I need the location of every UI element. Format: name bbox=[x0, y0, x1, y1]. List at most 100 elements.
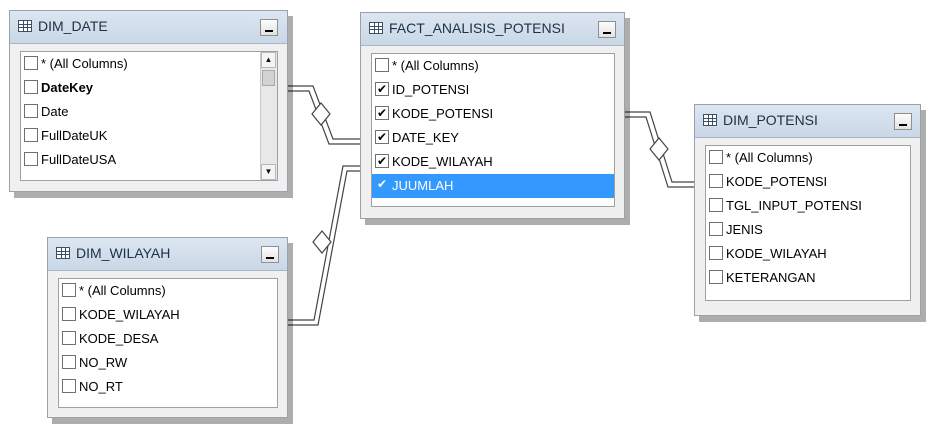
checkbox-icon[interactable] bbox=[24, 80, 38, 94]
checkbox-icon[interactable]: ✔ bbox=[375, 130, 389, 144]
relationship-fact-dim-potensi[interactable] bbox=[625, 111, 694, 188]
checkbox-icon[interactable] bbox=[62, 331, 76, 345]
column-row[interactable]: KODE_WILAYAH bbox=[59, 303, 277, 327]
minimize-icon bbox=[899, 124, 907, 126]
checkbox-icon[interactable] bbox=[62, 355, 76, 369]
checkbox-icon[interactable] bbox=[709, 270, 723, 284]
table-fact-analisis-potensi[interactable]: FACT_ANALISIS_POTENSI * (All Columns) ✔ … bbox=[360, 12, 625, 219]
column-label: FullDateUSA bbox=[41, 152, 117, 167]
table-grid-icon bbox=[56, 247, 70, 259]
column-row[interactable]: * (All Columns) bbox=[21, 52, 277, 76]
column-label: KODE_DESA bbox=[79, 331, 159, 346]
column-row[interactable]: FullDateUK bbox=[21, 124, 277, 148]
checkbox-icon[interactable] bbox=[709, 150, 723, 164]
column-label: Date bbox=[41, 104, 69, 119]
checkbox-icon[interactable] bbox=[24, 56, 38, 70]
column-row[interactable]: NO_RT bbox=[59, 375, 277, 399]
column-row[interactable]: TGL_INPUT_POTENSI bbox=[706, 194, 910, 218]
column-row[interactable]: KODE_DESA bbox=[59, 327, 277, 351]
column-label: NO_RT bbox=[79, 379, 123, 394]
table-grid-icon bbox=[369, 22, 383, 34]
relationship-dim-date-fact[interactable] bbox=[288, 85, 360, 145]
minimize-button[interactable] bbox=[260, 19, 278, 36]
checkbox-icon[interactable] bbox=[709, 174, 723, 188]
checkbox-icon[interactable]: ✔ bbox=[375, 178, 389, 192]
checkbox-icon[interactable] bbox=[709, 222, 723, 236]
table-title-bar[interactable]: DIM_DATE bbox=[10, 11, 287, 44]
minimize-button[interactable] bbox=[261, 246, 279, 263]
minimize-icon bbox=[265, 30, 273, 32]
checkbox-icon[interactable] bbox=[24, 152, 38, 166]
column-label: ID_POTENSI bbox=[392, 82, 470, 97]
column-row-selected[interactable]: ✔ JUUMLAH bbox=[372, 174, 614, 198]
table-title: DIM_DATE bbox=[38, 18, 108, 34]
column-label: * (All Columns) bbox=[41, 56, 128, 71]
column-label: * (All Columns) bbox=[79, 283, 166, 298]
checkbox-icon[interactable] bbox=[24, 104, 38, 118]
column-row[interactable]: ✔ DATE_KEY bbox=[372, 126, 614, 150]
column-row[interactable]: DateKey bbox=[21, 76, 277, 100]
column-label: JUUMLAH bbox=[392, 178, 454, 193]
column-label: * (All Columns) bbox=[392, 58, 479, 73]
table-title-bar[interactable]: FACT_ANALISIS_POTENSI bbox=[361, 13, 624, 46]
scroll-up-arrow-icon[interactable]: ▲ bbox=[261, 52, 276, 68]
table-title-bar[interactable]: DIM_WILAYAH bbox=[48, 238, 287, 271]
checkbox-icon[interactable] bbox=[62, 379, 76, 393]
column-list[interactable]: * (All Columns) KODE_WILAYAH KODE_DESA N… bbox=[58, 278, 278, 408]
minimize-button[interactable] bbox=[894, 113, 912, 130]
column-row[interactable]: * (All Columns) bbox=[59, 279, 277, 303]
query-designer-diagram-pane: DIM_DATE * (All Columns) DateKey Date Fu… bbox=[0, 0, 927, 428]
minimize-icon bbox=[266, 257, 274, 259]
column-list[interactable]: * (All Columns) DateKey Date FullDateUK … bbox=[20, 51, 278, 181]
table-title: DIM_POTENSI bbox=[723, 112, 818, 128]
column-label: KODE_WILAYAH bbox=[392, 154, 493, 169]
checkbox-icon[interactable]: ✔ bbox=[375, 82, 389, 96]
table-title-bar[interactable]: DIM_POTENSI bbox=[695, 105, 920, 138]
checkbox-icon[interactable] bbox=[24, 128, 38, 142]
table-dim-date[interactable]: DIM_DATE * (All Columns) DateKey Date Fu… bbox=[9, 10, 288, 192]
column-label: DATE_KEY bbox=[392, 130, 459, 145]
column-list[interactable]: * (All Columns) KODE_POTENSI TGL_INPUT_P… bbox=[705, 145, 911, 301]
checkbox-icon[interactable] bbox=[709, 246, 723, 260]
table-title: DIM_WILAYAH bbox=[76, 245, 171, 261]
relationship-diamond-icon bbox=[311, 102, 331, 126]
checkbox-icon[interactable] bbox=[375, 58, 389, 72]
relationship-diamond-icon bbox=[312, 230, 332, 254]
column-label: KODE_WILAYAH bbox=[79, 307, 180, 322]
column-label: TGL_INPUT_POTENSI bbox=[726, 198, 862, 213]
column-row[interactable]: NO_RW bbox=[59, 351, 277, 375]
vertical-scrollbar[interactable]: ▲ ▼ bbox=[260, 52, 277, 180]
column-row[interactable]: * (All Columns) bbox=[372, 54, 614, 78]
minimize-button[interactable] bbox=[598, 21, 616, 38]
column-row[interactable]: ✔ KODE_WILAYAH bbox=[372, 150, 614, 174]
column-label: * (All Columns) bbox=[726, 150, 813, 165]
relationship-diamond-icon bbox=[649, 137, 669, 161]
checkbox-icon[interactable]: ✔ bbox=[375, 106, 389, 120]
column-label: DateKey bbox=[41, 80, 94, 95]
column-row[interactable]: KETERANGAN bbox=[706, 266, 910, 290]
column-list[interactable]: * (All Columns) ✔ ID_POTENSI ✔ KODE_POTE… bbox=[371, 53, 615, 207]
scroll-down-arrow-icon[interactable]: ▼ bbox=[261, 164, 276, 180]
column-row[interactable]: JENIS bbox=[706, 218, 910, 242]
column-label: KETERANGAN bbox=[726, 270, 816, 285]
checkbox-icon[interactable]: ✔ bbox=[375, 154, 389, 168]
column-row[interactable]: Date bbox=[21, 100, 277, 124]
table-dim-wilayah[interactable]: DIM_WILAYAH * (All Columns) KODE_WILAYAH… bbox=[47, 237, 288, 418]
column-label: JENIS bbox=[726, 222, 763, 237]
column-row[interactable]: FullDateUSA bbox=[21, 148, 277, 172]
column-row[interactable]: * (All Columns) bbox=[706, 146, 910, 170]
checkbox-icon[interactable] bbox=[709, 198, 723, 212]
column-row[interactable]: ✔ KODE_POTENSI bbox=[372, 102, 614, 126]
table-grid-icon bbox=[703, 114, 717, 126]
checkbox-icon[interactable] bbox=[62, 283, 76, 297]
column-row[interactable]: KODE_POTENSI bbox=[706, 170, 910, 194]
column-row[interactable]: KODE_WILAYAH bbox=[706, 242, 910, 266]
column-label: KODE_POTENSI bbox=[392, 106, 494, 121]
minimize-icon bbox=[603, 32, 611, 34]
scrollbar-thumb[interactable] bbox=[262, 70, 275, 86]
table-title: FACT_ANALISIS_POTENSI bbox=[389, 20, 565, 36]
checkbox-icon[interactable] bbox=[62, 307, 76, 321]
column-row[interactable]: ✔ ID_POTENSI bbox=[372, 78, 614, 102]
table-dim-potensi[interactable]: DIM_POTENSI * (All Columns) KODE_POTENSI… bbox=[694, 104, 921, 316]
relationship-dim-wilayah-fact[interactable] bbox=[288, 165, 360, 326]
